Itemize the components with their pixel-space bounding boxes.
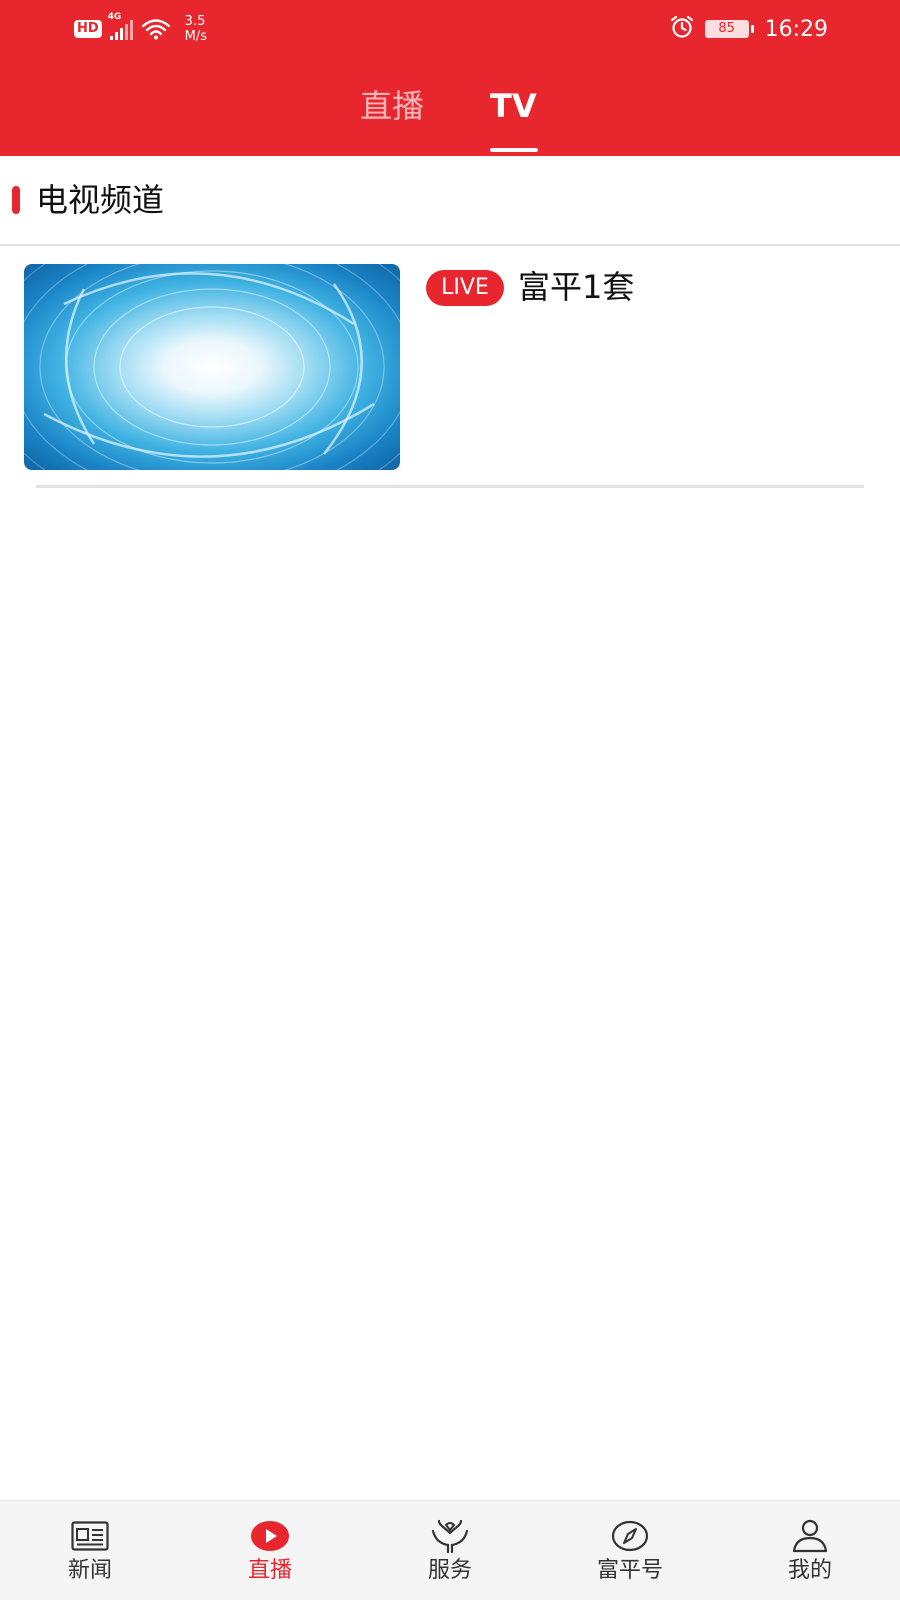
nav-label: 服务 <box>427 1558 472 1583</box>
app-header: HD 4G 3.5 M/s 85 16:29 直播 TV <box>0 0 900 156</box>
battery-icon: 85 <box>704 20 754 38</box>
hd-badge: HD <box>74 20 102 38</box>
play-icon <box>250 1519 290 1553</box>
tab-live[interactable]: 直播 <box>360 86 424 126</box>
section-title: 电视频道 <box>36 181 165 219</box>
status-left: HD 4G 3.5 M/s <box>74 12 207 46</box>
nav-item-live[interactable]: 直播 <box>180 1501 360 1600</box>
network-speed: 3.5 M/s <box>185 14 207 44</box>
active-tab-indicator <box>490 148 538 152</box>
wifi-icon <box>141 18 171 40</box>
alarm-icon <box>669 14 695 44</box>
section-accent-bar <box>12 186 20 214</box>
speed-unit: M/s <box>184 29 208 44</box>
live-badge: LIVE <box>426 270 504 306</box>
section-header: 电视频道 <box>0 156 900 246</box>
bottom-nav: 新闻 直播 服务 富平号 我的 <box>0 1500 900 1600</box>
nav-label: 我的 <box>787 1558 832 1583</box>
nav-item-fuping-account[interactable]: 富平号 <box>540 1501 720 1600</box>
battery-level: 85 <box>718 21 735 36</box>
newspaper-icon <box>70 1519 110 1553</box>
nav-item-services[interactable]: 服务 <box>360 1501 540 1600</box>
channel-item[interactable]: LIVE 富平1套 <box>0 246 900 488</box>
person-icon <box>790 1519 830 1553</box>
channel-thumbnail[interactable] <box>24 264 400 470</box>
nav-item-me[interactable]: 我的 <box>720 1501 900 1600</box>
signal-icon: 4G <box>108 12 133 40</box>
hands-heart-icon <box>430 1519 470 1553</box>
nav-label: 直播 <box>247 1558 292 1583</box>
item-divider <box>36 485 864 488</box>
status-bar: HD 4G 3.5 M/s 85 16:29 <box>0 0 900 56</box>
nav-label: 新闻 <box>67 1558 112 1583</box>
speed-value: 3.5 <box>184 14 206 29</box>
status-right: 85 16:29 <box>669 12 828 46</box>
nav-label: 富平号 <box>596 1558 663 1583</box>
channel-name[interactable]: 富平1套 <box>518 266 634 308</box>
compass-icon <box>610 1519 650 1553</box>
nav-item-news[interactable]: 新闻 <box>0 1501 180 1600</box>
network-type: 4G <box>107 12 122 22</box>
clock: 16:29 <box>764 16 828 42</box>
top-tabs: 直播 TV <box>0 78 900 156</box>
tab-tv[interactable]: TV <box>490 86 537 126</box>
